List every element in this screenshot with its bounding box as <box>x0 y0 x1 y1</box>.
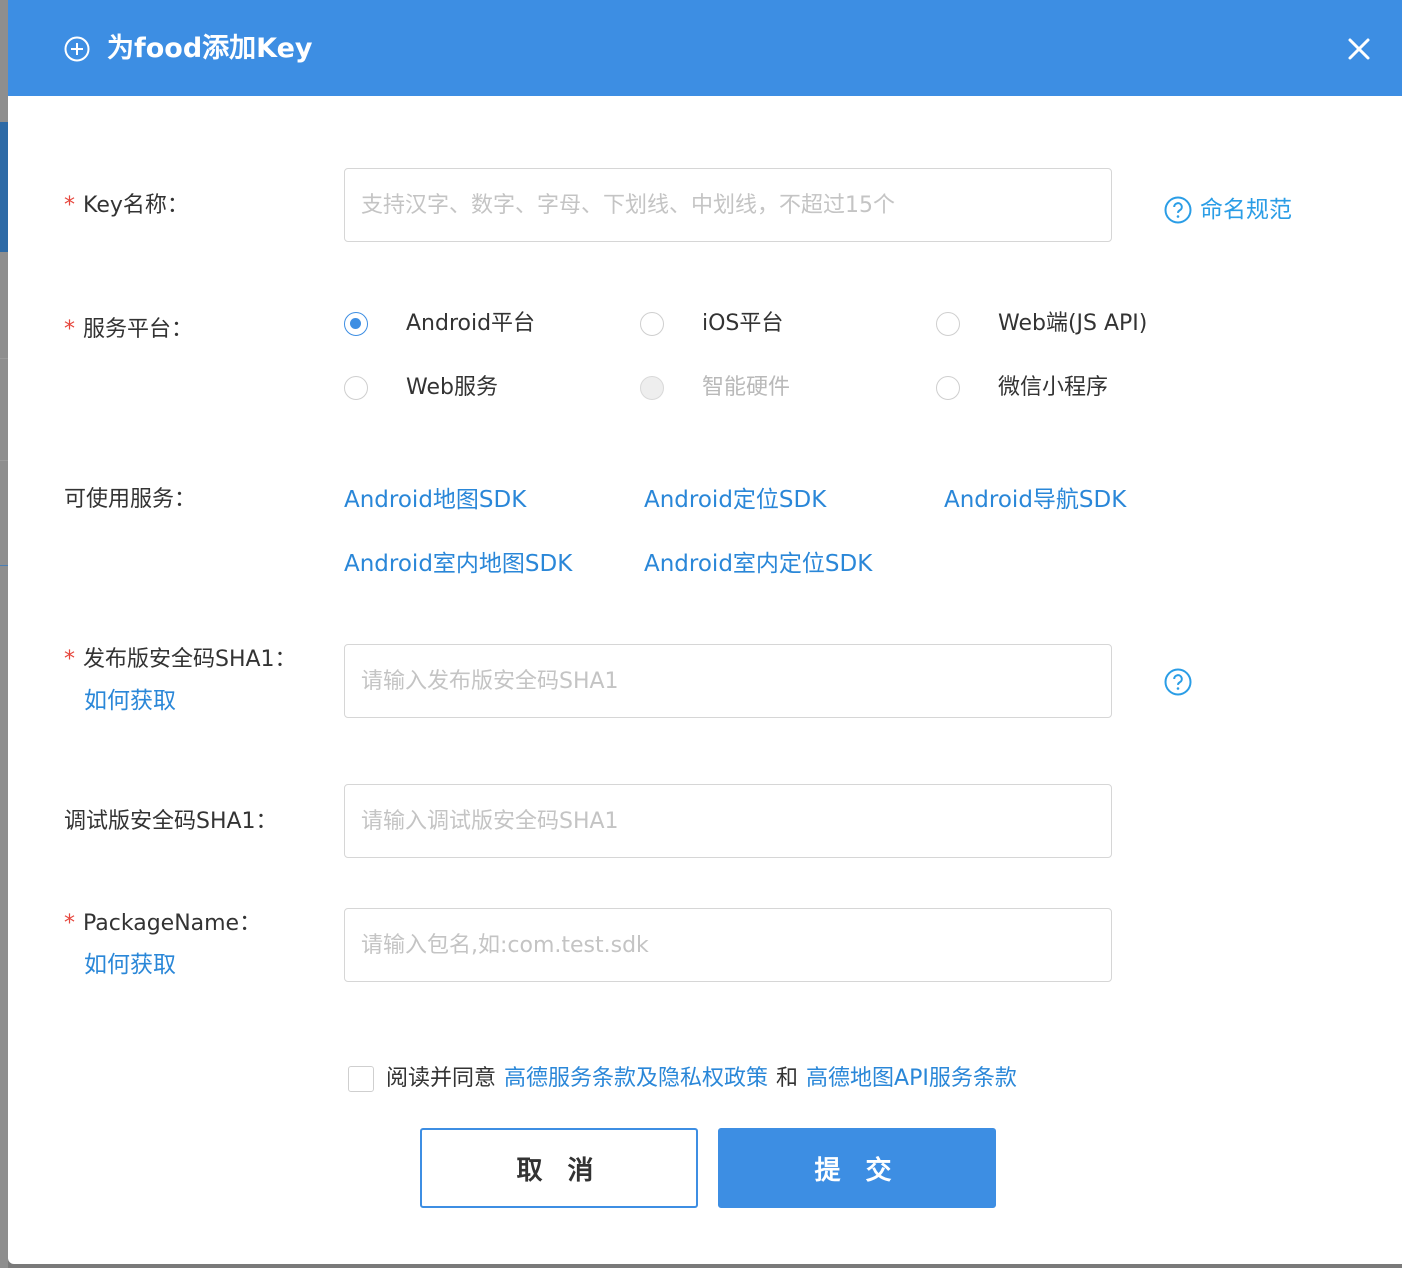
radio-circle <box>936 312 960 336</box>
radio-circle <box>640 376 664 400</box>
terms-privacy-link[interactable]: 高德服务条款及隐私权政策 <box>504 1063 768 1095</box>
radio-circle <box>936 376 960 400</box>
service-android-navigation-sdk[interactable]: Android导航SDK <box>944 484 1126 516</box>
background-divider <box>0 460 8 461</box>
radio-label: iOS平台 <box>702 311 784 336</box>
background-divider <box>0 358 8 359</box>
background-divider <box>0 565 8 566</box>
debug-sha1-label: 调试版安全码SHA1： <box>64 809 278 834</box>
naming-rules-text: 命名规范 <box>1200 197 1292 223</box>
service-android-location-sdk[interactable]: Android定位SDK <box>644 484 826 516</box>
dialog-header: 为food添加Key <box>8 0 1402 96</box>
radio-label: Android平台 <box>406 311 536 336</box>
radio-label: 智能硬件 <box>702 375 791 400</box>
radio-label: 微信小程序 <box>998 375 1109 400</box>
radio-web-service[interactable]: Web服务 <box>344 372 498 404</box>
required-mark: * <box>64 911 75 936</box>
key-name-label: * Key名称： <box>64 193 189 218</box>
submit-button[interactable]: 提 交 <box>718 1128 996 1208</box>
cancel-button[interactable]: 取 消 <box>420 1128 698 1208</box>
agreement-prefix: 阅读并同意 <box>386 1066 497 1091</box>
package-name-input[interactable] <box>344 908 1112 982</box>
radio-wechat-mini-program[interactable]: 微信小程序 <box>936 372 1108 404</box>
release-sha1-input[interactable] <box>344 644 1112 718</box>
radio-label: Web服务 <box>406 375 498 400</box>
package-name-label: * PackageName： <box>64 911 262 936</box>
service-android-indoor-location-sdk[interactable]: Android室内定位SDK <box>644 548 872 580</box>
radio-web-js-api[interactable]: Web端(JS API) <box>936 308 1147 340</box>
radio-android[interactable]: Android平台 <box>344 308 535 340</box>
required-mark: * <box>64 317 75 342</box>
add-circle-icon <box>64 36 90 62</box>
agreement-checkbox[interactable] <box>348 1066 374 1092</box>
add-key-dialog: 为food添加Key *Key名称： 命名规范 *服务平台： Android平台… <box>8 0 1402 1264</box>
radio-ios[interactable]: iOS平台 <box>640 308 783 340</box>
radio-circle <box>640 312 664 336</box>
naming-rules-link[interactable]: 命名规范 <box>1164 194 1292 226</box>
required-mark: * <box>64 647 75 672</box>
platform-label: * 服务平台： <box>64 317 194 342</box>
service-android-indoor-map-sdk[interactable]: Android室内地图SDK <box>344 548 572 580</box>
release-sha1-how-to-get-link[interactable]: 如何获取 <box>84 685 176 717</box>
radio-smart-hardware: 智能硬件 <box>640 372 790 404</box>
radio-circle <box>344 312 368 336</box>
dialog-title: 为food添加Key <box>107 33 313 64</box>
service-android-map-sdk[interactable]: Android地图SDK <box>344 484 526 516</box>
package-name-how-to-get-link[interactable]: 如何获取 <box>84 949 176 981</box>
radio-label: Web端(JS API) <box>998 311 1148 336</box>
key-name-input[interactable] <box>344 168 1112 242</box>
agreement-and-text: 和 <box>776 1066 799 1091</box>
services-label: 可使用服务： <box>64 487 197 512</box>
question-circle-icon[interactable] <box>1164 668 1192 696</box>
radio-circle <box>344 376 368 400</box>
map-api-terms-link[interactable]: 高德地图API服务条款 <box>806 1063 1017 1095</box>
agreement-row: 阅读并同意 高德服务条款及隐私权政策 和 高德地图API服务条款 <box>348 1063 1017 1095</box>
background-page-nav <box>0 122 8 252</box>
required-mark: * <box>64 193 75 218</box>
close-icon[interactable] <box>1344 34 1374 64</box>
question-circle-icon <box>1164 196 1192 224</box>
release-sha1-label: * 发布版安全码SHA1： <box>64 647 297 672</box>
debug-sha1-input[interactable] <box>344 784 1112 858</box>
